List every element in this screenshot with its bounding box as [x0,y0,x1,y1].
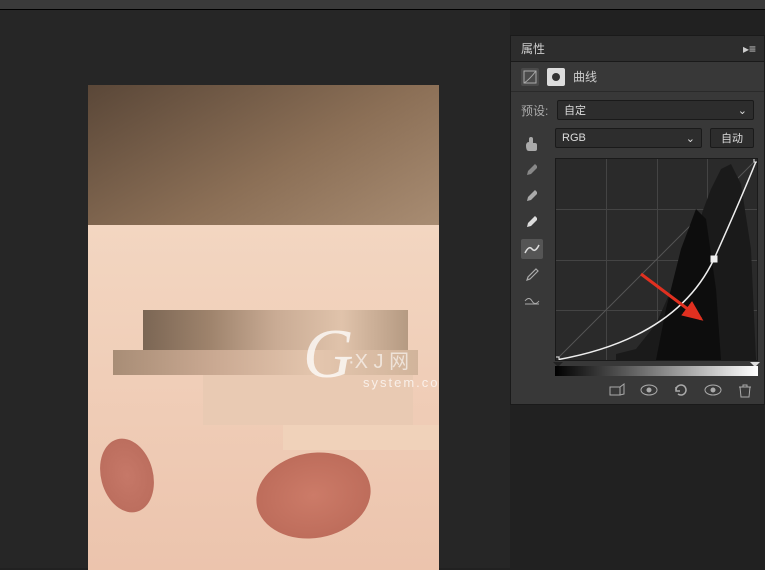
channel-select[interactable]: RGB ⌄ [555,128,702,148]
chevron-down-icon: ⌄ [686,132,695,145]
pencil-tool-icon[interactable] [521,265,543,285]
targeted-adjust-icon[interactable] [521,134,543,154]
canvas-area: G ·X J 网 system.com [0,10,510,568]
curves-curve-line[interactable] [556,159,757,360]
image-censor-strip [143,310,408,350]
smooth-tool-icon[interactable] [521,291,543,311]
curves-tool-column [521,161,543,311]
watermark-logo: G [303,315,354,395]
input-gradient [555,366,758,376]
eyedropper-black-icon[interactable] [521,161,543,181]
panel-title: 属性 [521,40,545,57]
clip-to-layer-icon[interactable] [608,382,626,398]
panel-footer [608,382,754,398]
options-bar [0,0,765,10]
annotation-arrow [636,269,716,329]
preset-row: 预设: 自定 ⌄ [511,96,764,124]
auto-button[interactable]: 自动 [710,128,754,148]
eyedropper-gray-icon[interactable] [521,187,543,207]
curves-graph[interactable] [555,158,758,361]
properties-panel: 属性 ▸≡ 曲线 预设: 自定 ⌄ RGB ⌄ 自动 [510,35,765,405]
visibility-icon[interactable] [704,382,722,398]
toggle-visibility-prev-icon[interactable] [640,382,658,398]
image-censor-strip [283,425,439,450]
adjustment-type-label: 曲线 [573,68,597,85]
channel-value: RGB [562,132,586,144]
adjustment-icon[interactable] [521,68,539,86]
reset-icon[interactable] [672,382,690,398]
preset-value: 自定 [564,102,586,118]
curve-point-tool-icon[interactable] [521,239,543,259]
panel-header[interactable]: 属性 ▸≡ [511,36,764,62]
mask-icon[interactable] [547,68,565,86]
chevron-down-icon: ⌄ [738,104,747,117]
preset-select[interactable]: 自定 ⌄ [557,100,754,120]
watermark-url: system.com [363,375,439,390]
channel-row: RGB ⌄ 自动 [511,124,764,152]
preset-label: 预设: [521,102,549,119]
watermark-sub: ·X J 网 [348,345,409,374]
adjustment-type-row: 曲线 [511,62,764,92]
eyedropper-white-icon[interactable] [521,213,543,233]
document-image[interactable]: G ·X J 网 system.com [88,85,439,570]
panel-menu-icon[interactable]: ▸≡ [743,42,756,56]
trash-icon[interactable] [736,382,754,398]
